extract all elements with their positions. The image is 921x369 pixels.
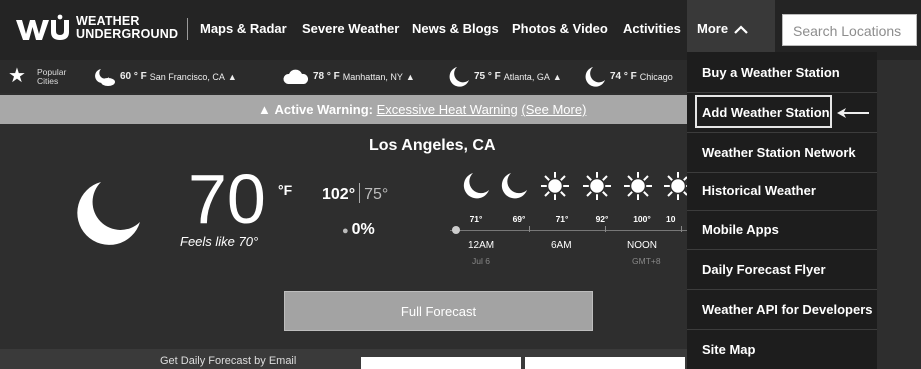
weather-underground-logo[interactable]: WEATHER UNDERGROUND — [14, 14, 178, 42]
precipitation: ● 0% — [342, 221, 375, 238]
moon-icon — [585, 66, 605, 87]
full-forecast-button[interactable]: Full Forecast — [284, 291, 593, 331]
warning-prefix: Active Warning: — [274, 102, 373, 117]
warning-icon: ▲ — [405, 71, 415, 82]
zip-input[interactable] — [525, 357, 685, 369]
city-temp: 74 ° F — [610, 71, 637, 82]
forecast-date: Jul 6 — [472, 256, 490, 266]
time-label: 6AM — [551, 240, 572, 251]
popular-cities-label: Popular Cities — [37, 67, 67, 86]
email-forecast-strip: Get Daily Forecast by Email — [0, 349, 687, 369]
nav-news-blogs[interactable]: News & Blogs — [412, 21, 499, 36]
forecast-temp: 100° — [633, 214, 651, 224]
city-temp: 75 ° F — [474, 71, 501, 82]
timeline-current-marker — [452, 226, 460, 234]
nav-divider — [187, 18, 188, 40]
timezone-label: GMT+8 — [632, 256, 661, 266]
email-input[interactable] — [361, 357, 521, 369]
nav-photos-video[interactable]: Photos & Video — [512, 21, 608, 36]
menu-item-buy-weather-station[interactable]: Buy a Weather Station — [687, 53, 877, 93]
forecast-temp: 92° — [595, 214, 609, 224]
search-input[interactable]: Search Locations — [782, 14, 917, 46]
sun-icon — [624, 172, 652, 200]
location-title: Los Angeles, CA — [369, 137, 496, 154]
email-forecast-label: Get Daily Forecast by Email — [160, 355, 297, 367]
highlight-box — [695, 95, 832, 128]
popular-cities-bar: ★ Popular Cities 60 ° F San Francisco, C… — [0, 60, 687, 93]
city-name: Atlanta, GA — [503, 71, 550, 82]
more-label: More — [697, 21, 729, 36]
timeline-tick — [681, 226, 682, 232]
city-item[interactable]: 78 ° F Manhattan, NY ▲ — [283, 60, 415, 93]
warning-icon: ▲ — [227, 71, 237, 82]
menu-item-weather-station-network[interactable]: Weather Station Network — [687, 133, 877, 173]
warning-icon: ▲ — [258, 102, 271, 117]
city-name: Manhattan, NY — [342, 71, 403, 82]
left-arrow-icon — [837, 108, 869, 118]
time-label: 12AM — [468, 240, 495, 251]
forecast-timeline — [450, 230, 687, 231]
raindrop-icon: ● — [342, 225, 349, 237]
forecast-temp: 69° — [512, 214, 526, 224]
timeline-tick — [605, 226, 606, 232]
menu-item-weather-api[interactable]: Weather API for Developers — [687, 290, 877, 330]
low-temp: 75° — [364, 186, 389, 203]
forecast-temp: 71° — [555, 214, 569, 224]
logo-text-line2: UNDERGROUND — [76, 27, 179, 41]
city-item[interactable]: 74 ° F Chicago — [584, 60, 673, 93]
sun-icon — [583, 172, 611, 200]
chevron-up-icon — [734, 25, 748, 34]
city-item[interactable]: 60 ° F San Francisco, CA ▲ — [94, 60, 237, 93]
warning-link[interactable]: Excessive Heat Warning — [377, 102, 518, 117]
city-item[interactable]: 75 ° F Atlanta, GA ▲ — [448, 60, 562, 93]
star-icon: ★ — [8, 65, 26, 87]
more-menu-button[interactable]: More — [687, 0, 775, 60]
moon-icon — [449, 66, 469, 87]
active-warning-bar: ▲ Active Warning: Excessive Heat Warning… — [0, 95, 687, 124]
sun-icon — [664, 172, 687, 200]
temperature-unit: °F — [278, 182, 293, 198]
city-name: Chicago — [639, 71, 673, 82]
menu-item-historical-weather[interactable]: Historical Weather — [687, 171, 877, 211]
moon-icon — [463, 173, 489, 199]
high-low-temps: 102° 75° — [322, 183, 388, 204]
time-label: NOON — [627, 240, 657, 251]
warning-icon: ▲ — [552, 71, 562, 82]
menu-item-mobile-apps[interactable]: Mobile Apps — [687, 210, 877, 250]
moon-cloud-icon — [95, 68, 115, 86]
full-forecast-label: Full Forecast — [400, 304, 477, 319]
feels-like: Feels like 70° — [180, 234, 259, 249]
city-temp: 60 ° F — [120, 71, 147, 82]
nav-maps-radar[interactable]: Maps & Radar — [200, 21, 287, 36]
see-more-link[interactable]: (See More) — [521, 102, 586, 117]
nav-activities[interactable]: Activities — [623, 21, 681, 36]
forecast-temp: 71° — [469, 214, 483, 224]
high-temp: 102° — [322, 186, 356, 203]
city-temp: 78 ° F — [313, 71, 340, 82]
nav-severe-weather[interactable]: Severe Weather — [302, 21, 399, 36]
moon-icon — [77, 182, 140, 245]
timeline-tick — [529, 226, 530, 232]
sun-icon — [541, 172, 569, 200]
search-placeholder: Search Locations — [793, 23, 902, 39]
wu-logo-icon — [16, 14, 69, 40]
menu-item-daily-forecast-flyer[interactable]: Daily Forecast Flyer — [687, 250, 877, 290]
top-navigation: WEATHER UNDERGROUND Maps & Radar Severe … — [0, 0, 921, 60]
moon-icon — [501, 173, 527, 199]
cloud-icon — [283, 69, 309, 84]
forecast-temp: 10 — [666, 214, 676, 224]
city-name: San Francisco, CA — [149, 71, 225, 82]
menu-item-site-map[interactable]: Site Map — [687, 330, 877, 369]
current-temperature: 70 — [188, 160, 266, 238]
